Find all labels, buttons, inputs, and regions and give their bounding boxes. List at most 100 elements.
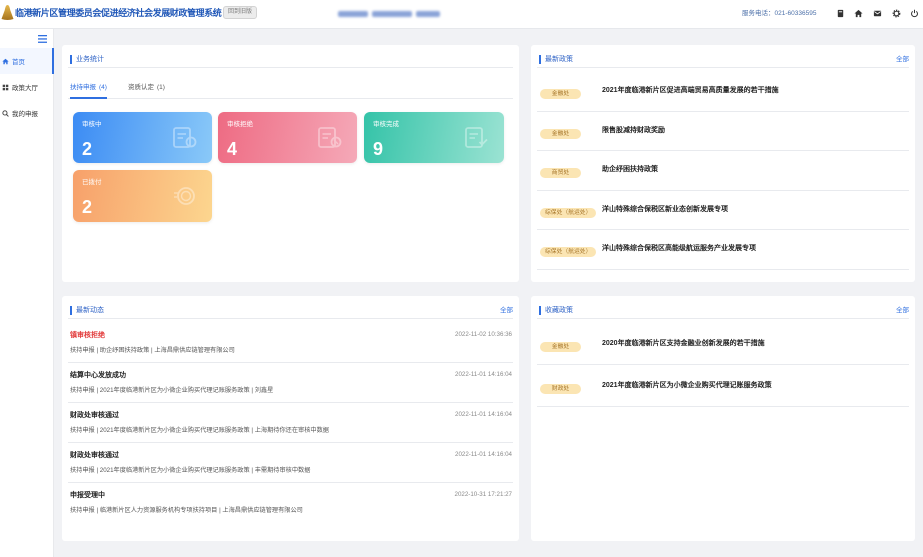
- grid-icon: [2, 84, 9, 91]
- policy-title: 洋山特殊综合保税区新业态创新发展专项: [602, 205, 728, 213]
- tab-count: (4): [99, 84, 107, 91]
- update-detail: 扶持申报 | 临港新片区人力资源服务机构专项扶持项目 | 上海昌鼎供应链管理有限…: [70, 507, 303, 514]
- policy-title: 助企纾困扶持政策: [602, 166, 658, 174]
- power-icon[interactable]: [910, 9, 919, 18]
- update-time: 2022-10-31 17:21:27: [454, 491, 512, 498]
- update-detail: 扶持申报 | 2021年度临港新片区为小微企业购买代理记账服务政策 | 上海期待…: [70, 427, 329, 434]
- department-badge: 商贸处: [540, 168, 581, 179]
- department-badge: 金融处: [540, 89, 581, 100]
- policy-title: 2020年度临港新片区支持金融业创新发展的若干措施: [602, 339, 765, 347]
- stat-tile-under-review[interactable]: 审核中 2: [73, 112, 212, 163]
- update-status: 镇审核拒绝: [70, 332, 105, 339]
- search-icon: [2, 109, 9, 117]
- sidebar-item-label: 政策大厅: [12, 85, 38, 92]
- stat-tile-disbursed[interactable]: 已拨付 2: [73, 170, 212, 222]
- update-time: 2022-11-01 14:16:04: [455, 451, 512, 458]
- card-header: 最新政策 全部: [537, 45, 909, 68]
- sidebar-item-home[interactable]: 首页: [0, 48, 54, 74]
- tab-count: (1): [157, 84, 165, 91]
- tile-label: 审核中: [82, 121, 102, 128]
- card-title: 最新政策: [539, 55, 573, 64]
- menu-icon[interactable]: [38, 35, 47, 43]
- view-all-link[interactable]: 全部: [896, 306, 909, 315]
- sidebar-item-label: 我的申报: [12, 111, 38, 118]
- view-all-link[interactable]: 全部: [500, 306, 513, 315]
- tab-support-application[interactable]: 扶持申报 (4): [70, 78, 107, 99]
- stats-tabs: 扶持申报 (4) 资质认定 (1): [68, 78, 513, 99]
- gear-icon[interactable]: [892, 9, 901, 18]
- department-badge: 财政处: [540, 383, 581, 394]
- update-status: 财政处审核通过: [70, 412, 119, 419]
- view-all-link[interactable]: 全部: [896, 55, 909, 64]
- coins-icon: [172, 184, 198, 208]
- old-version-button[interactable]: 回到旧版: [223, 6, 258, 19]
- policy-title: 2021年度临港新片区为小微企业购买代理记账服务政策: [602, 381, 772, 389]
- policy-row[interactable]: 金融处 限售股减持财政奖励: [537, 112, 909, 151]
- top-header: 临港新片区管理委员会促进经济社会发展财政管理系统 回到旧版 服务电话：021-6…: [0, 0, 923, 29]
- card-title: 业务统计: [70, 55, 104, 64]
- update-item[interactable]: 镇审核拒绝 2022-11-02 10:36:36 扶持申报 | 助企纾困扶持政…: [68, 323, 513, 363]
- service-phone: 服务电话：021-60336595: [742, 10, 817, 17]
- tile-label: 已拨付: [82, 179, 102, 186]
- update-status: 结算中心发放成功: [70, 372, 126, 379]
- home-icon: [2, 58, 9, 65]
- update-item[interactable]: 申报受理中 2022-10-31 17:21:27 扶持申报 | 临港新片区人力…: [68, 483, 513, 523]
- latest-updates-card: 最新动态 全部 镇审核拒绝 2022-11-02 10:36:36 扶持申报 |…: [62, 296, 519, 541]
- update-detail: 扶持申报 | 2021年度临港新片区为小微企业购买代理记账服务政策 | 刘鑫星: [70, 387, 274, 394]
- update-detail: 扶持申报 | 助企纾困扶持政策 | 上海昌鼎供应链管理有限公司: [70, 347, 235, 354]
- stat-tile-completed[interactable]: 审核完成 9: [364, 112, 504, 163]
- mail-icon[interactable]: [873, 9, 882, 18]
- update-time: 2022-11-02 10:36:36: [455, 331, 512, 338]
- update-item[interactable]: 财政处审核通过 2022-11-01 14:16:04 扶持申报 | 2021年…: [68, 443, 513, 483]
- app-title: 临港新片区管理委员会促进经济社会发展财政管理系统: [15, 8, 222, 18]
- business-stats-card: 业务统计 扶持申报 (4) 资质认定 (1) 审核中 2 审核拒绝 4 审核完成 9…: [62, 45, 519, 282]
- policy-title: 2021年度临港新片区促进高端贸易高质量发展的若干措施: [602, 87, 779, 95]
- department-badge: 金融处: [540, 341, 581, 352]
- department-badge: 综保处（航运处）: [540, 247, 597, 258]
- tile-label: 审核拒绝: [227, 121, 253, 128]
- tab-label: 资质认定: [128, 84, 154, 91]
- card-header: 业务统计: [68, 45, 513, 68]
- tile-label: 审核完成: [373, 121, 399, 128]
- policy-title: 洋山特殊综合保税区高能级航运服务产业发展专项: [602, 245, 756, 253]
- logo-icon: [1, 5, 14, 20]
- policy-row[interactable]: 金融处 2020年度临港新片区支持金融业创新发展的若干措施: [537, 323, 909, 365]
- update-status: 申报受理中: [70, 492, 105, 499]
- sidebar-nav: 首页 政策大厅 我的申报: [0, 48, 54, 126]
- card-header: 收藏政策 全部: [537, 296, 909, 319]
- tile-value: 4: [227, 139, 238, 159]
- favorite-policies-card: 收藏政策 全部 金融处 2020年度临港新片区支持金融业创新发展的若干措施 财政…: [531, 296, 915, 541]
- policy-row[interactable]: 综保处（航运处） 洋山特殊综合保税区新业态创新发展专项: [537, 191, 909, 230]
- update-item[interactable]: 结算中心发放成功 2022-11-01 14:16:04 扶持申报 | 2021…: [68, 363, 513, 403]
- department-badge: 综保处（航运处）: [540, 207, 597, 218]
- policy-row[interactable]: 金融处 2021年度临港新片区促进高端贸易高质量发展的若干措施: [537, 72, 909, 112]
- book-icon[interactable]: [836, 9, 845, 18]
- sidebar-item-policy-hall[interactable]: 政策大厅: [0, 74, 54, 100]
- policy-row[interactable]: 商贸处 助企纾困扶持政策: [537, 151, 909, 191]
- update-item[interactable]: 财政处审核通过 2022-11-01 14:16:04 扶持申报 | 2021年…: [68, 403, 513, 443]
- department-badge: 金融处: [540, 128, 581, 139]
- tile-value: 9: [373, 139, 384, 159]
- tile-value: 2: [82, 197, 93, 217]
- stat-tile-rejected[interactable]: 审核拒绝 4: [218, 112, 357, 163]
- sidebar-item-my-applications[interactable]: 我的申报: [0, 100, 54, 126]
- update-detail: 扶持申报 | 2021年度临港新片区为小微企业购买代理记账服务政策 | 丰需期待…: [70, 467, 311, 474]
- sidebar: 首页 政策大厅 我的申报: [0, 29, 54, 557]
- document-check-icon: [464, 126, 490, 150]
- blurred-header-text: [338, 9, 440, 18]
- sidebar-item-label: 首页: [12, 59, 25, 66]
- document-reject-icon: [317, 126, 343, 150]
- update-time: 2022-11-01 14:16:04: [455, 411, 512, 418]
- policy-row[interactable]: 综保处（航运处） 洋山特殊综合保税区高能级航运服务产业发展专项: [537, 230, 909, 270]
- tab-qualification[interactable]: 资质认定 (1): [128, 78, 165, 99]
- policy-row[interactable]: 财政处 2021年度临港新片区为小微企业购买代理记账服务政策: [537, 365, 909, 407]
- latest-policies-card: 最新政策 全部 金融处 2021年度临港新片区促进高端贸易高质量发展的若干措施 …: [531, 45, 915, 282]
- document-search-icon: [172, 126, 198, 150]
- tile-value: 2: [82, 139, 93, 159]
- home-icon[interactable]: [854, 9, 863, 18]
- policy-title: 限售股减持财政奖励: [602, 126, 665, 134]
- update-time: 2022-11-01 14:16:04: [455, 371, 512, 378]
- update-status: 财政处审核通过: [70, 452, 119, 459]
- card-title: 收藏政策: [539, 306, 573, 315]
- card-title: 最新动态: [70, 306, 104, 315]
